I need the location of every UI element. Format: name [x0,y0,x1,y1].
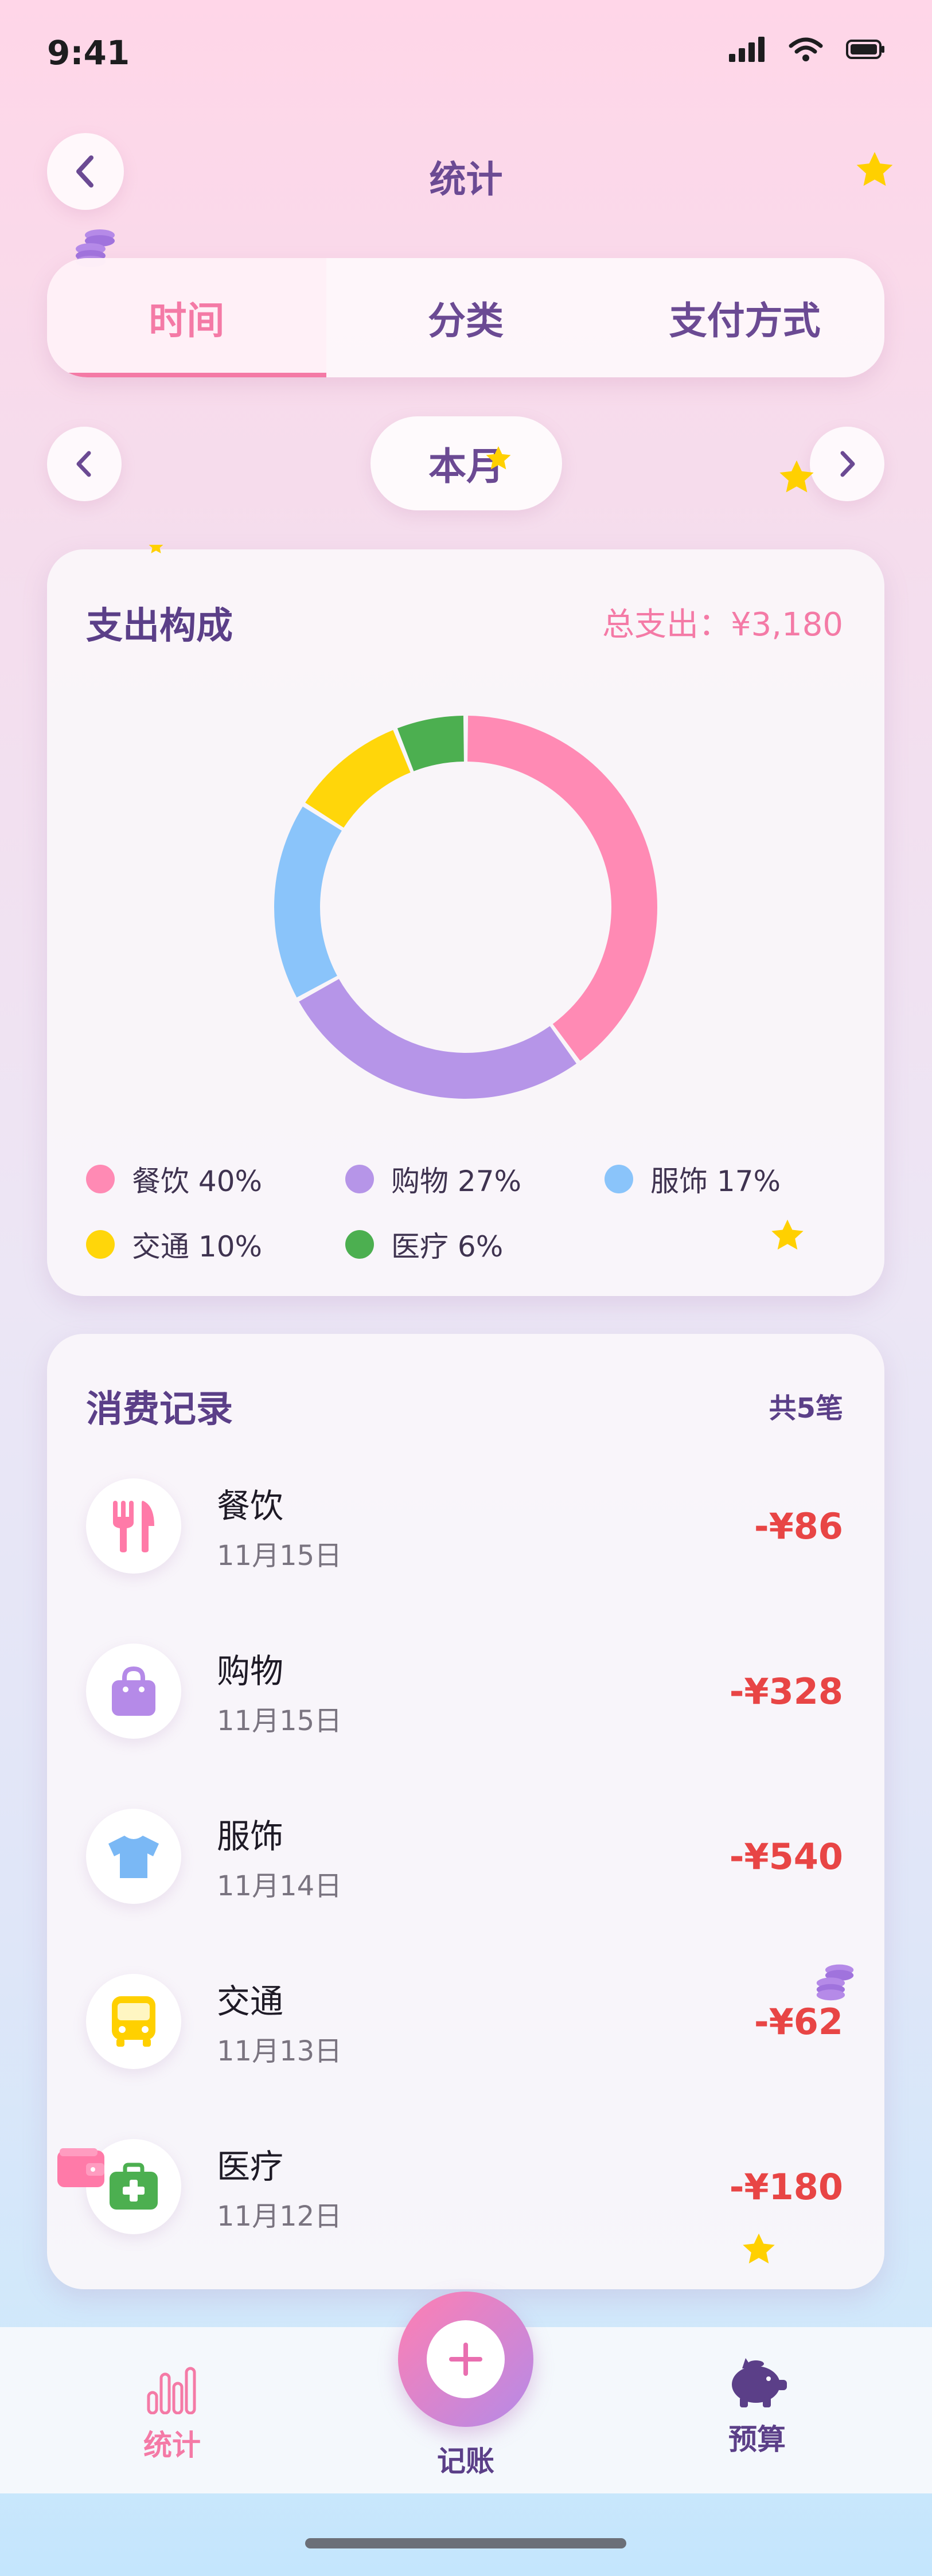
total-expense: 总支出：¥3,180 [602,606,843,643]
donut-slice-medical [397,716,464,771]
record-date: 11月12日 [217,2200,342,2232]
legend-item-shopping: 购物 27% [345,1158,605,1200]
shopping-bag-icon [112,1666,155,1716]
tab-time[interactable]: 时间 [47,258,326,377]
donut-slice-clothing [274,806,342,998]
legend-label: 购物 27% [391,1165,522,1198]
legend-item-dining: 餐饮 40% [86,1158,345,1200]
status-icons [729,37,885,62]
donut-slice-dining [467,716,657,1061]
record-name: 医疗 [217,2147,284,2186]
record-name: 购物 [217,1652,284,1691]
wifi-icon [789,37,823,61]
tab-category[interactable]: 分类 [326,258,606,377]
nav-label-add: 记账 [437,2445,494,2478]
add-record-button[interactable] [398,2292,533,2427]
signal-icon [729,37,765,62]
legend-label: 交通 10% [132,1230,263,1263]
status-time: 9:41 [47,33,130,72]
nav-label-stats: 统计 [143,2429,201,2462]
view-tabs: 时间 分类 支付方式 [47,258,884,377]
star-icon [856,152,893,186]
nav-item-stats[interactable]: 统计 [115,2357,229,2464]
legend-label: 餐饮 40% [132,1165,263,1198]
legend-label: 医疗 6% [391,1230,504,1263]
next-period-button[interactable] [810,427,884,501]
record-name: 服饰 [217,1817,284,1856]
tab-payment-method[interactable]: 支付方式 [605,258,884,377]
utensils-icon [113,1501,154,1552]
legend-label: 服饰 17% [650,1165,781,1198]
legend-dot [345,1165,374,1193]
star-icon [743,2233,775,2263]
records-title: 消费记录 [86,1388,233,1431]
legend-dot [86,1230,115,1259]
expense-donut-chart [274,716,657,1099]
bar-chart-icon [147,2367,196,2414]
bus-icon [112,1996,155,2047]
record-date: 11月15日 [217,1705,342,1737]
home-indicator [305,2538,626,2548]
chevron-left-icon [76,451,91,477]
composition-title: 支出构成 [86,605,233,647]
plus-icon [449,2343,482,2376]
nav-label-budget: 预算 [728,2423,786,2456]
wallet-icon [57,2148,104,2187]
coins-icon [816,1964,854,2001]
piggy-bank-icon [732,2358,787,2407]
star-icon [149,545,163,553]
page-title: 统计 [429,159,503,201]
record-item-medical[interactable]: 医疗 11月12日 -¥180 [86,2138,843,2235]
record-icon [86,1478,181,1574]
record-amount: -¥328 [729,1670,843,1712]
legend-dot [86,1165,115,1193]
record-date: 11月14日 [217,1870,342,1902]
record-amount: -¥540 [729,1835,843,1878]
donut-slice-shopping [299,979,577,1099]
record-date: 11月13日 [217,2035,342,2067]
prev-period-button[interactable] [47,427,122,501]
chevron-right-icon [840,451,855,477]
record-item-clothing[interactable]: 服饰 11月14日 -¥540 [86,1808,843,1905]
record-item-transport[interactable]: 交通 11月13日 -¥62 [86,1973,843,2070]
legend-dot [605,1165,633,1193]
record-icon [86,1644,181,1739]
record-item-dining[interactable]: 餐饮 11月15日 -¥86 [86,1477,843,1575]
legend-item-clothing: 服饰 17% [605,1158,864,1200]
battery-icon [846,40,884,59]
legend-item-medical: 医疗 6% [345,1224,605,1265]
record-icon [86,1809,181,1904]
record-item-shopping[interactable]: 购物 11月15日 -¥328 [86,1642,843,1740]
record-name: 交通 [217,1982,284,2021]
period-label[interactable]: 本月 [371,416,562,510]
chart-legend: 餐饮 40% 购物 27% 服饰 17% 交通 10% 医疗 6% [86,1158,855,1265]
record-amount: -¥180 [729,2165,843,2208]
records-count: 共5笔 [769,1392,843,1424]
record-amount: -¥62 [754,2000,843,2043]
star-icon [779,460,814,493]
medical-kit-icon [110,2163,158,2210]
record-name: 餐饮 [217,1486,284,1525]
tshirt-icon [108,1836,159,1878]
donut-slice-transport [305,729,411,828]
legend-dot [345,1230,374,1259]
record-icon [86,1974,181,2069]
record-amount: -¥86 [754,1505,843,1547]
record-date: 11月15日 [217,1540,342,1572]
legend-item-transport: 交通 10% [86,1224,345,1265]
add-button-inner [427,2320,505,2398]
nav-item-budget[interactable]: 预算 [700,2353,814,2458]
star-icon [771,1219,804,1250]
star-icon [486,446,511,470]
